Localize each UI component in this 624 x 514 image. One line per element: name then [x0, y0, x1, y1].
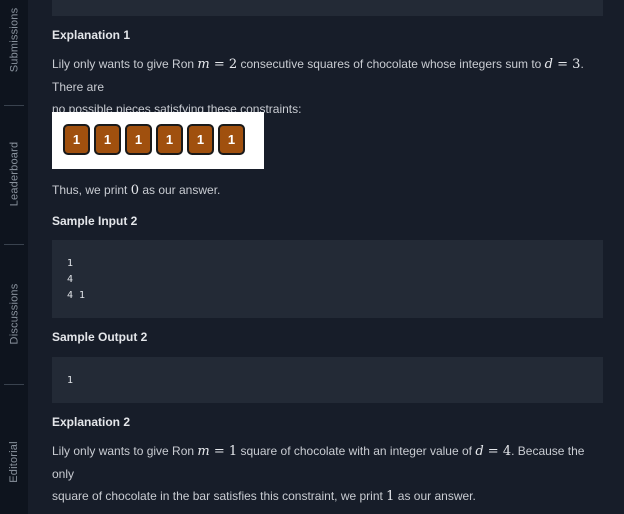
code-line: 1 — [67, 375, 74, 386]
math-d-equals-3: d = 3 — [545, 57, 581, 72]
math-var-d: d — [475, 444, 484, 459]
text-span: Lily only wants to give Ron — [52, 57, 198, 71]
math-var-d: d — [544, 57, 553, 72]
code-line: 4 1 — [67, 290, 86, 301]
tab-editorial[interactable]: Editorial — [0, 430, 28, 494]
sample-output-2-heading: Sample Output 2 — [52, 330, 148, 344]
chocolate-square: 1 — [156, 124, 183, 155]
sample-output-1-block — [52, 0, 603, 16]
text-span: consecutive squares of chocolate whose i… — [237, 57, 545, 71]
math-value: = 3 — [553, 57, 581, 72]
explanation-2-heading: Explanation 2 — [52, 415, 131, 429]
math-value-0: 0 — [130, 183, 139, 198]
chocolate-square: 1 — [125, 124, 152, 155]
text-span: square of chocolate in the bar satisfies… — [52, 489, 387, 503]
chocolate-bar-figure: 1 1 1 1 1 1 — [52, 112, 264, 169]
explanation-2-text: Lily only wants to give Ron m = 1 square… — [52, 440, 608, 508]
sidebar-divider — [4, 384, 24, 385]
text-span: Lily only wants to give Ron — [52, 444, 198, 458]
code-line: 1 — [67, 258, 74, 269]
math-var-m: m — [197, 444, 210, 459]
math-m-equals-2: m = 2 — [197, 57, 237, 72]
math-m-equals-1: m = 1 — [197, 444, 237, 459]
math-value: = 2 — [209, 57, 238, 72]
sample-output-2-block: 1 — [52, 357, 603, 403]
conclusion-1-text: Thus, we print 0 as our answer. — [52, 179, 608, 202]
sample-input-2-block: 1 4 4 1 — [52, 240, 603, 318]
chocolate-square: 1 — [187, 124, 214, 155]
sample-input-2-heading: Sample Input 2 — [52, 214, 138, 228]
problem-content: Explanation 1 Lily only wants to give Ro… — [28, 0, 624, 514]
text-span: square of chocolate with an integer valu… — [237, 444, 476, 458]
math-value: = 4 — [483, 444, 512, 459]
math-value: = 1 — [209, 444, 238, 459]
text-span: as our answer. — [138, 183, 221, 197]
chocolate-square: 1 — [63, 124, 90, 155]
math-d-equals-4: d = 4 — [475, 444, 511, 459]
tab-discussions[interactable]: Discussions — [0, 278, 28, 350]
explanation-1-text: Lily only wants to give Ron m = 2 consec… — [52, 53, 608, 120]
code-line: 4 — [67, 274, 74, 285]
text-span: Thus, we print — [52, 183, 131, 197]
sidebar-divider — [4, 105, 24, 106]
sidebar: Submissions Leaderboard Discussions Edit… — [0, 0, 28, 514]
tab-leaderboard-label: Leaderboard — [8, 141, 20, 207]
chocolate-square: 1 — [218, 124, 245, 155]
tab-submissions-label: Submissions — [8, 7, 20, 73]
tab-discussions-label: Discussions — [8, 283, 21, 345]
math-var-m: m — [197, 57, 210, 72]
tab-leaderboard[interactable]: Leaderboard — [0, 138, 28, 210]
sidebar-divider — [4, 244, 24, 245]
chocolate-square: 1 — [94, 124, 121, 155]
text-span: as our answer. — [394, 489, 476, 503]
tab-submissions[interactable]: Submissions — [0, 4, 28, 76]
explanation-1-heading: Explanation 1 — [52, 28, 131, 42]
tab-editorial-label: Editorial — [8, 441, 21, 483]
